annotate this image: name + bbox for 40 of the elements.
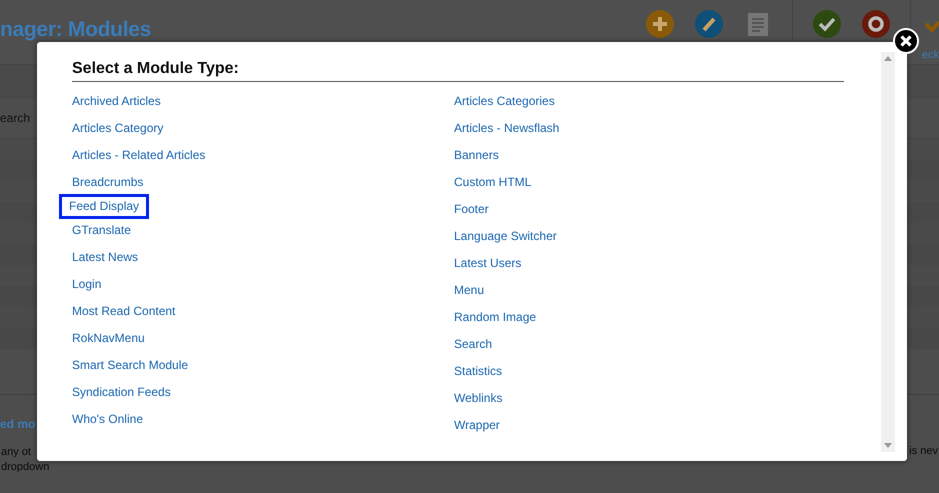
module-type-link[interactable]: Language Switcher [450, 226, 561, 247]
scrollbar[interactable] [881, 52, 895, 452]
module-type-link[interactable]: Articles Categories [450, 91, 559, 112]
module-type-link[interactable]: Feed Display [59, 194, 150, 219]
module-type-link[interactable]: Most Read Content [68, 301, 180, 322]
module-type-link[interactable]: Smart Search Module [68, 355, 192, 376]
stop-icon[interactable] [860, 9, 891, 39]
plus-icon[interactable] [644, 9, 675, 39]
description-text: is nev [909, 445, 938, 459]
module-type-link[interactable]: Footer [450, 199, 493, 220]
module-type-link[interactable]: Random Image [450, 307, 540, 328]
module-type-link[interactable]: Statistics [450, 361, 506, 382]
module-type-link[interactable]: Banners [450, 145, 503, 166]
module-type-link[interactable]: Articles Category [68, 118, 168, 139]
module-type-link[interactable]: Who's Online [68, 409, 147, 430]
module-type-link[interactable]: Login [68, 274, 106, 295]
modal-heading: Select a Module Type: [72, 60, 844, 82]
description-text: any ot [1, 445, 31, 460]
module-type-link[interactable]: RokNavMenu [68, 328, 149, 349]
module-type-link[interactable]: Weblinks [450, 388, 506, 409]
module-type-link[interactable]: Syndication Feeds [68, 382, 175, 403]
module-type-link[interactable]: Custom HTML [450, 172, 536, 193]
module-type-link[interactable]: Breadcrumbs [68, 172, 148, 193]
scroll-down-icon[interactable] [884, 443, 892, 448]
scroll-up-icon[interactable] [884, 56, 892, 61]
module-type-link[interactable]: Archived Articles [68, 91, 165, 112]
module-type-link[interactable]: Latest News [68, 247, 142, 268]
module-type-link[interactable]: GTranslate [68, 220, 135, 241]
toolbar-label: eck [922, 49, 939, 61]
module-type-link[interactable]: Articles - Newsflash [450, 118, 564, 139]
pencil-icon[interactable] [694, 9, 724, 39]
description-text: dropdown [1, 460, 50, 475]
module-type-link[interactable]: Search [450, 334, 496, 355]
module-type-link[interactable]: Articles - Related Articles [68, 145, 210, 166]
module-type-link[interactable]: Menu [450, 280, 488, 301]
search-label: earch [0, 111, 30, 125]
module-type-link[interactable]: Latest Users [450, 253, 526, 274]
check-icon[interactable] [812, 9, 842, 39]
page-title: nager: Modules [0, 18, 151, 42]
module-type-link[interactable]: Wrapper [450, 415, 504, 436]
